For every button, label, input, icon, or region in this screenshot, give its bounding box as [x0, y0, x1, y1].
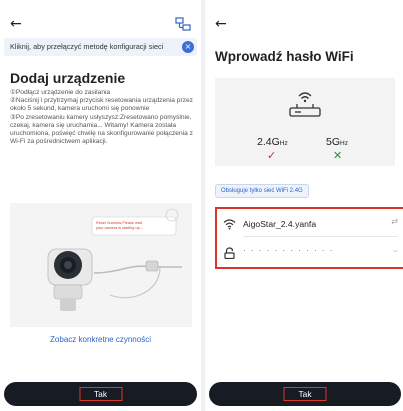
- network-switch-icon[interactable]: [175, 17, 191, 31]
- eye-closed-icon[interactable]: ⌣: [393, 246, 398, 256]
- ssid-underline: [243, 236, 398, 237]
- wifi-icon: [223, 219, 236, 230]
- instruction-step-1: ①Podłącz urządzenie do zasilania: [10, 89, 111, 96]
- switch-network-icon[interactable]: ⇄: [391, 217, 398, 226]
- band-5ghz-value: 5G: [326, 136, 341, 148]
- page-title: Dodaj urządzenie: [10, 70, 126, 86]
- router-icon: [289, 92, 321, 117]
- camera-image: Reset Success,Please wait, your camera i…: [10, 203, 192, 327]
- back-arrow-icon[interactable]: ←: [10, 16, 22, 32]
- add-device-screen: ← Kliknij, aby przełączyć metodę konfigu…: [0, 0, 201, 411]
- band-2-4ghz-unit: Hz: [279, 140, 288, 147]
- reset-instructions: ①Podłącz urządzenie do zasilania ②Naciśn…: [10, 89, 196, 146]
- confirm-button-label: Tak: [78, 387, 123, 401]
- wifi-password-screen: ← Wprowadź hasło WiFi 2.4GHz 5GHz ✓ ✕ Ob…: [205, 0, 403, 411]
- back-arrow-icon[interactable]: ←: [215, 16, 227, 32]
- top-bar: ←: [10, 16, 193, 34]
- password-input[interactable]: · · · · · · · · · · · ·: [243, 246, 334, 255]
- page-title: Wprowadź hasło WiFi: [215, 49, 354, 64]
- banner-text: Kliknij, aby przełączyć metodę konfigura…: [10, 42, 164, 51]
- cross-icon: ✕: [333, 149, 343, 162]
- instruction-step-3: ③Po zresetowaniu kamery usłyszysz:Zreset…: [10, 113, 193, 146]
- instruction-step-2: ②Naciśnij i przytrzymaj przycisk resetow…: [10, 97, 193, 113]
- band-2-4ghz-value: 2.4G: [257, 136, 280, 148]
- view-steps-link[interactable]: Zobacz konkretne czynności: [0, 335, 201, 344]
- camera-illustration: Reset Success,Please wait, your camera i…: [10, 203, 192, 327]
- ssid-value: AigoStar_2.4.yanfa: [243, 219, 317, 229]
- illustration-bubble-text: Reset Success,Please wait, your camera i…: [96, 221, 144, 230]
- top-bar: ←: [215, 16, 395, 34]
- only-24ghz-chip: Obsługuje tylko sieć WiFi 2.4G: [215, 184, 309, 198]
- confirm-button[interactable]: Tak: [209, 382, 401, 406]
- config-method-banner[interactable]: Kliknij, aby przełączyć metodę konfigura…: [4, 38, 197, 56]
- close-icon[interactable]: ×: [182, 41, 194, 53]
- check-icon: ✓: [267, 149, 277, 162]
- band-support-card: 2.4GHz 5GHz ✓ ✕: [215, 78, 395, 166]
- band-5ghz-unit: Hz: [340, 140, 348, 147]
- band-2-4ghz-label: 2.4GHz: [257, 136, 288, 148]
- wifi-credentials-group: AigoStar_2.4.yanfa ⇄ · · · · · · · · · ·…: [215, 207, 403, 269]
- lock-icon: [224, 247, 235, 259]
- confirm-button-label: Tak: [283, 387, 327, 401]
- band-5ghz-label: 5GHz: [326, 136, 348, 148]
- ssid-field[interactable]: AigoStar_2.4.yanfa ⇄: [217, 213, 403, 237]
- password-field[interactable]: · · · · · · · · · · · · ⌣: [217, 242, 403, 266]
- confirm-button[interactable]: Tak: [4, 382, 197, 406]
